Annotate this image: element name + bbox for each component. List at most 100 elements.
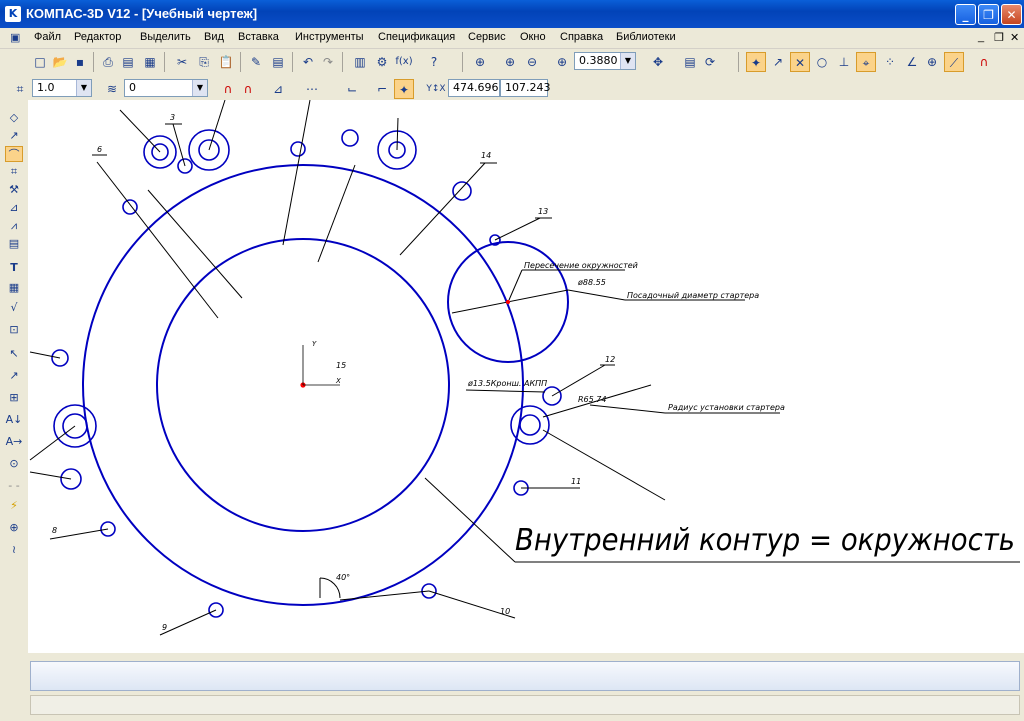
menu-libraries[interactable]: Библиотеки xyxy=(616,31,676,43)
menu-bar: ▣ Файл Редактор Выделить Вид Вставка Инс… xyxy=(0,28,1024,49)
menu-tools[interactable]: Инструменты xyxy=(295,31,364,43)
snap-intersect-icon[interactable]: ✕ xyxy=(790,52,810,72)
edit-icon[interactable]: ⌗ xyxy=(5,164,23,180)
table-icon[interactable]: ▦ xyxy=(5,280,23,296)
center-mark-icon[interactable]: ⊕ xyxy=(5,520,23,536)
snap-grid-icon[interactable]: ⁘ xyxy=(880,52,900,72)
markup-icon[interactable]: ⌒ xyxy=(5,146,23,162)
help-pointer-icon[interactable]: ? xyxy=(424,52,444,72)
snap-angle-icon[interactable]: ∠ xyxy=(902,52,922,72)
coord-x-field[interactable]: 474.696 xyxy=(448,79,500,97)
library-manager-icon[interactable]: ⚙ xyxy=(372,52,392,72)
new-doc-icon[interactable]: □ xyxy=(30,52,50,72)
zoom-window-icon[interactable]: ⊕ xyxy=(470,52,490,72)
roughness-icon[interactable]: √ xyxy=(5,300,23,316)
pan-icon[interactable]: ✥ xyxy=(648,52,668,72)
lightning-icon[interactable]: ⚡ xyxy=(5,498,23,514)
step-field[interactable]: 1.0 ▼ xyxy=(32,79,92,97)
callout-14: 14 xyxy=(481,151,491,160)
layer-icon[interactable]: ≋ xyxy=(102,79,122,99)
layer-field[interactable]: 0 ▼ xyxy=(124,79,208,97)
snap-midpoint-icon[interactable]: ⟋ xyxy=(944,52,964,72)
close-button[interactable]: ✕ xyxy=(1001,4,1022,25)
callout-13: 13 xyxy=(538,207,548,216)
manager-icon[interactable]: ▤ xyxy=(268,52,288,72)
section-line-icon[interactable]: A↓ xyxy=(5,412,23,428)
text-icon[interactable]: T xyxy=(5,260,23,276)
ortho-mode-icon[interactable]: ⌐ xyxy=(372,79,392,99)
menu-edit[interactable]: Редактор xyxy=(74,31,121,43)
base-icon[interactable]: ⊡ xyxy=(5,322,23,338)
undo-icon[interactable]: ↶ xyxy=(298,52,318,72)
minimize-button[interactable]: _ xyxy=(955,4,976,25)
tolerance-icon[interactable]: ⊞ xyxy=(5,390,23,406)
snap-center-icon[interactable]: ⌖ xyxy=(856,52,876,72)
mark-icon[interactable]: ⊙ xyxy=(5,456,23,472)
leader-icon[interactable]: ↖ xyxy=(5,346,23,362)
property-panel xyxy=(30,661,1020,691)
format-painter-icon[interactable]: ✎ xyxy=(246,52,266,72)
magnet-off-icon[interactable]: ∩ xyxy=(238,79,258,99)
save-icon[interactable]: ▪ xyxy=(70,52,90,72)
doc-close-icon[interactable]: ✕ xyxy=(1010,31,1019,44)
properties-icon[interactable]: ▦ xyxy=(140,52,160,72)
coord-y-field[interactable]: 107.243 xyxy=(500,79,551,97)
label-d88: ø88.55 xyxy=(577,278,606,287)
open-icon[interactable]: 📂 xyxy=(50,52,70,72)
snap-normal-icon[interactable]: ⊥ xyxy=(834,52,854,72)
ortho-icon[interactable]: ⊿ xyxy=(268,79,288,99)
copy-icon[interactable]: ⎘ xyxy=(194,52,214,72)
param-icon[interactable]: ⚒ xyxy=(5,182,23,198)
maximize-button[interactable]: ❐ xyxy=(978,4,999,25)
paste-icon[interactable]: 📋 xyxy=(216,52,236,72)
callout-8: 8 xyxy=(52,526,57,535)
label-radius-install: Радиус установки стартера xyxy=(668,403,785,412)
zoom-in-icon[interactable]: ⊕ xyxy=(500,52,520,72)
dimensions-icon[interactable]: ↗ xyxy=(5,128,23,144)
zoom-scale-icon[interactable]: ⊕ xyxy=(552,52,572,72)
menu-window[interactable]: Окно xyxy=(520,31,546,43)
magnet-on-icon[interactable]: ∩ xyxy=(218,79,238,99)
rebuild-icon[interactable]: ⟳ xyxy=(700,52,720,72)
grid-icon[interactable]: ⋯ xyxy=(302,79,322,99)
label-r65: R65.74 xyxy=(578,395,606,404)
snap-magnet-icon[interactable]: ∩ xyxy=(974,52,994,72)
snap-tangent-icon[interactable]: ○ xyxy=(812,52,832,72)
menu-select[interactable]: Выделить xyxy=(140,31,191,43)
doc-restore-icon[interactable]: ❐ xyxy=(994,31,1004,44)
menu-service[interactable]: Сервис xyxy=(468,31,506,43)
menu-help[interactable]: Справка xyxy=(560,31,603,43)
geometry-icon[interactable]: ◇ xyxy=(5,110,23,126)
position-leader-icon[interactable]: ↗ xyxy=(5,368,23,384)
redo-icon[interactable]: ↷ xyxy=(318,52,338,72)
zoom-field[interactable]: 0.3880 ▼ xyxy=(574,52,636,70)
menu-insert[interactable]: Вставка xyxy=(238,31,279,43)
spec-icon[interactable]: ▤ xyxy=(5,236,23,252)
menu-specification[interactable]: Спецификация xyxy=(378,31,455,43)
select-icon[interactable]: ⩘ xyxy=(5,218,23,234)
drawing-canvas[interactable]: 3 6 14 13 12 11 10 9 8 15 Y X Пересечени… xyxy=(28,100,1024,653)
doc-icon[interactable]: ▣ xyxy=(10,31,20,44)
view-arrow-icon[interactable]: A→ xyxy=(5,434,23,450)
callout-12: 12 xyxy=(605,355,615,364)
tree-icon[interactable]: ▥ xyxy=(350,52,370,72)
menu-view[interactable]: Вид xyxy=(204,31,224,43)
separator-icon: - - xyxy=(8,479,20,492)
snap-quadrant-icon[interactable]: ⊕ xyxy=(922,52,942,72)
snap-point-icon[interactable]: ✦ xyxy=(746,52,766,72)
refresh-icon[interactable]: ▤ xyxy=(680,52,700,72)
variables-icon[interactable]: f(x) xyxy=(394,52,414,72)
preview-icon[interactable]: ▤ xyxy=(118,52,138,72)
round-icon[interactable]: ✦ xyxy=(394,79,414,99)
doc-minimize-icon[interactable]: _ xyxy=(978,31,984,43)
callout-3: 3 xyxy=(170,113,175,122)
cut-icon[interactable]: ✂ xyxy=(172,52,192,72)
zoom-out-icon[interactable]: ⊖ xyxy=(522,52,542,72)
measure-icon[interactable]: ⊿ xyxy=(5,200,23,216)
step-icon[interactable]: ⌗ xyxy=(10,79,30,99)
menu-file[interactable]: Файл xyxy=(34,31,61,43)
print-icon[interactable]: ⎙ xyxy=(98,52,118,72)
snap-line-icon[interactable]: ↗ xyxy=(768,52,788,72)
local-cs-icon[interactable]: ⌙ xyxy=(342,79,362,99)
wavy-line-icon[interactable]: ≀ xyxy=(5,542,23,558)
